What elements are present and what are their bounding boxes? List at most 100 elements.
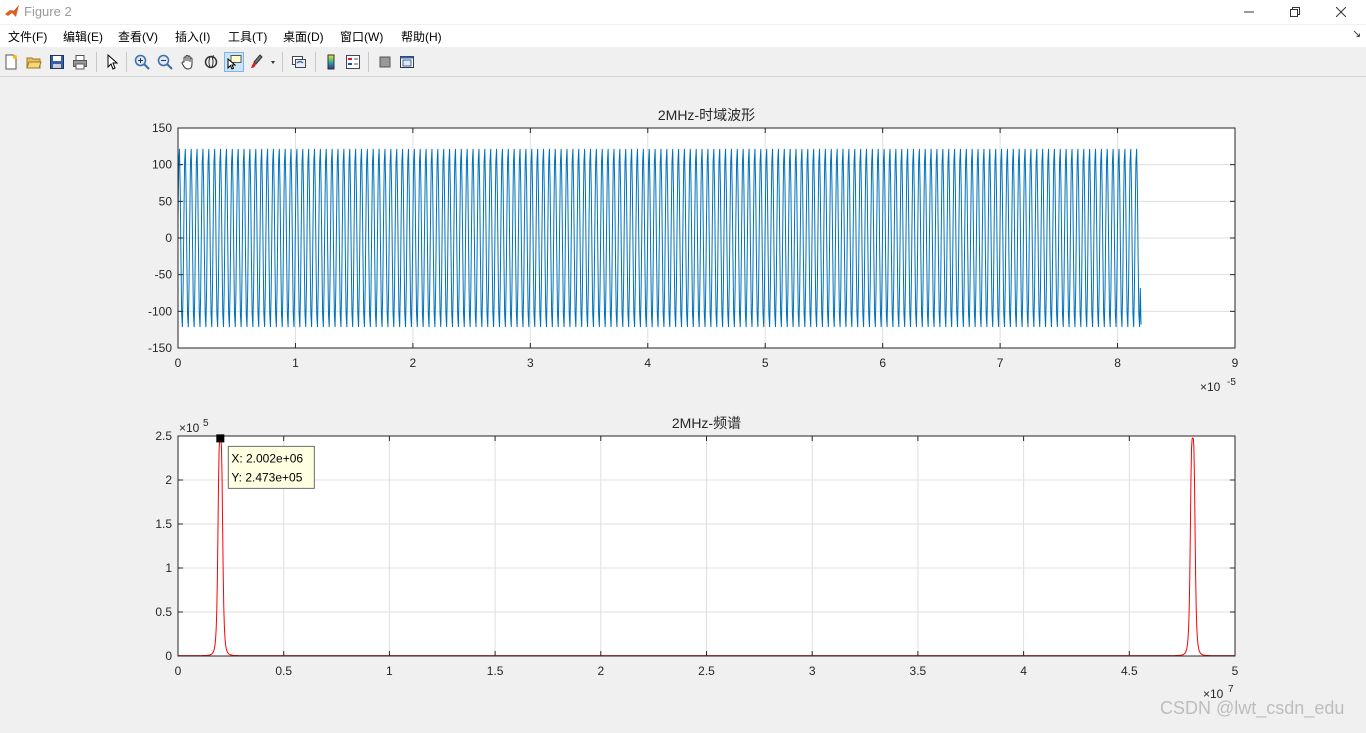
y-tick-label: 1.5 xyxy=(155,517,172,531)
save-button[interactable] xyxy=(47,52,67,72)
menu-tools[interactable]: 工具(T) xyxy=(228,28,267,45)
toolbar-separator xyxy=(315,52,316,72)
x-tick-label: 2 xyxy=(597,664,604,678)
time-domain-x-exponent-base: ×10 xyxy=(1200,380,1221,394)
menu-expand-icon[interactable]: ↘ xyxy=(1352,27,1361,40)
menu-window[interactable]: 窗口(W) xyxy=(340,28,383,45)
link-plot-icon xyxy=(292,56,306,68)
menu-desktop[interactable]: 桌面(D) xyxy=(283,28,324,45)
brush-button[interactable] xyxy=(249,52,277,72)
watermark: CSDN @lwt_csdn_edu xyxy=(1160,698,1345,718)
show-plot-tools-button[interactable] xyxy=(397,52,417,72)
menu-view[interactable]: 查看(V) xyxy=(118,28,158,45)
minimize-button[interactable] xyxy=(1226,0,1272,24)
title-bar: Figure 2 xyxy=(0,0,1366,24)
zoom-out-icon xyxy=(157,54,173,70)
x-tick-label: 4 xyxy=(644,356,651,370)
spectrum-axes[interactable]: 0 0.5 1 1.5 2 2.5 3 3.5 4 4.5 5 2.5 2 1.5 1 0.5 0 2MHz-频… xyxy=(155,415,1238,701)
x-tick-label: 0 xyxy=(175,664,182,678)
colorbar-icon xyxy=(327,54,335,70)
new-figure-icon xyxy=(5,54,17,70)
x-tick-label: 3.5 xyxy=(910,664,927,678)
y-tick-label: 1 xyxy=(165,561,172,575)
x-tick-label: 8 xyxy=(1114,356,1121,370)
zoom-out-button[interactable] xyxy=(155,52,175,72)
menu-insert[interactable]: 插入(I) xyxy=(175,28,210,45)
x-tick-label: 3 xyxy=(527,356,534,370)
figure-canvas: 0 1 2 3 4 5 6 7 8 9150100500-50-100-150 2MHz-时域波形… xyxy=(148,107,1239,701)
y-tick-label: 0.5 xyxy=(155,605,172,619)
menu-edit[interactable]: 编辑(E) xyxy=(63,28,103,45)
x-tick-label: 3 xyxy=(809,664,816,678)
menu-help[interactable]: 帮助(H) xyxy=(401,28,442,45)
data-tip-x: X: 2.002e+06 xyxy=(231,451,303,465)
print-button[interactable] xyxy=(70,52,90,72)
data-cursor-icon xyxy=(227,55,242,70)
data-tip-marker[interactable] xyxy=(216,434,225,443)
maximize-button[interactable] xyxy=(1272,0,1318,24)
legend-icon xyxy=(346,55,360,69)
hide-plot-tools-icon xyxy=(379,56,391,68)
spectrum-title: 2MHz-频谱 xyxy=(672,415,741,431)
y-tick-label: 0 xyxy=(165,231,172,245)
rotate-button[interactable] xyxy=(201,52,221,72)
spectrum-y-exponent-base: ×10 xyxy=(179,421,200,435)
zoom-in-button[interactable] xyxy=(132,52,152,72)
y-tick-label: -150 xyxy=(148,341,172,355)
legend-button[interactable] xyxy=(343,52,363,72)
x-tick-label: 2.5 xyxy=(698,664,715,678)
toolbar-separator xyxy=(282,52,283,72)
y-tick-label: 50 xyxy=(159,194,173,208)
time-domain-x-exponent: -5 xyxy=(1227,377,1236,388)
window-title: Figure 2 xyxy=(24,4,72,19)
menu-file[interactable]: 文件(F) xyxy=(8,28,47,45)
zoom-in-icon xyxy=(134,54,150,70)
x-tick-label: 2 xyxy=(410,356,417,370)
x-tick-label: 1 xyxy=(292,356,299,370)
x-tick-label: 7 xyxy=(997,356,1004,370)
x-tick-label: 4 xyxy=(1020,664,1027,678)
rotate-3d-icon xyxy=(204,55,218,69)
x-tick-label: 5 xyxy=(1232,664,1239,678)
pan-hand-icon xyxy=(181,54,193,70)
close-icon xyxy=(1336,7,1346,17)
select-button[interactable] xyxy=(102,52,122,72)
y-tick-label: -50 xyxy=(155,268,173,282)
toolbar-separator xyxy=(368,52,369,72)
open-file-button[interactable] xyxy=(24,52,44,72)
x-tick-label: 1 xyxy=(386,664,393,678)
new-figure-button[interactable] xyxy=(1,52,21,72)
close-button[interactable] xyxy=(1318,0,1364,24)
maximize-icon xyxy=(1290,7,1300,17)
y-tick-label: 100 xyxy=(152,158,172,172)
print-icon xyxy=(73,55,87,70)
toolbar xyxy=(0,49,1366,77)
x-tick-label: 9 xyxy=(1232,356,1239,370)
save-icon xyxy=(50,55,64,69)
toolbar-separator xyxy=(126,52,127,72)
spectrum-y-exponent: 5 xyxy=(203,418,209,429)
figure-area: 0 1 2 3 4 5 6 7 8 9 150 100 50 0 -50 -100 -150 2MHz-时域波形… xyxy=(0,77,1366,728)
menu-bar: 文件(F) 编辑(E) 查看(V) 插入(I) 工具(T) 桌面(D) 窗口(W… xyxy=(0,25,1366,47)
y-tick-label: 0 xyxy=(165,649,172,663)
brush-icon xyxy=(251,54,275,68)
minimize-icon xyxy=(1244,11,1254,13)
x-tick-label: 6 xyxy=(879,356,886,370)
y-tick-label: 2.5 xyxy=(155,429,172,443)
matlab-icon xyxy=(5,5,19,17)
time-domain-title: 2MHz-时域波形 xyxy=(658,107,755,123)
x-tick-label: 0.5 xyxy=(275,664,292,678)
data-cursor-button[interactable] xyxy=(224,52,244,72)
x-tick-label: 1.5 xyxy=(487,664,504,678)
y-tick-label: -100 xyxy=(148,304,172,318)
x-tick-label: 4.5 xyxy=(1121,664,1138,678)
link-plot-button[interactable] xyxy=(289,52,309,72)
x-tick-label: 0 xyxy=(175,356,182,370)
toolbar-separator xyxy=(96,52,97,72)
time-domain-axes[interactable]: 0 1 2 3 4 5 6 7 8 9 150 100 50 0 -50 -100 -150 2MHz-时域波形… xyxy=(148,107,1239,394)
data-tip-y: Y: 2.473e+05 xyxy=(231,470,302,484)
show-plot-tools-icon xyxy=(400,56,414,68)
hide-plot-tools-button[interactable] xyxy=(375,52,395,72)
pan-button[interactable] xyxy=(178,52,198,72)
colorbar-button[interactable] xyxy=(321,52,341,72)
